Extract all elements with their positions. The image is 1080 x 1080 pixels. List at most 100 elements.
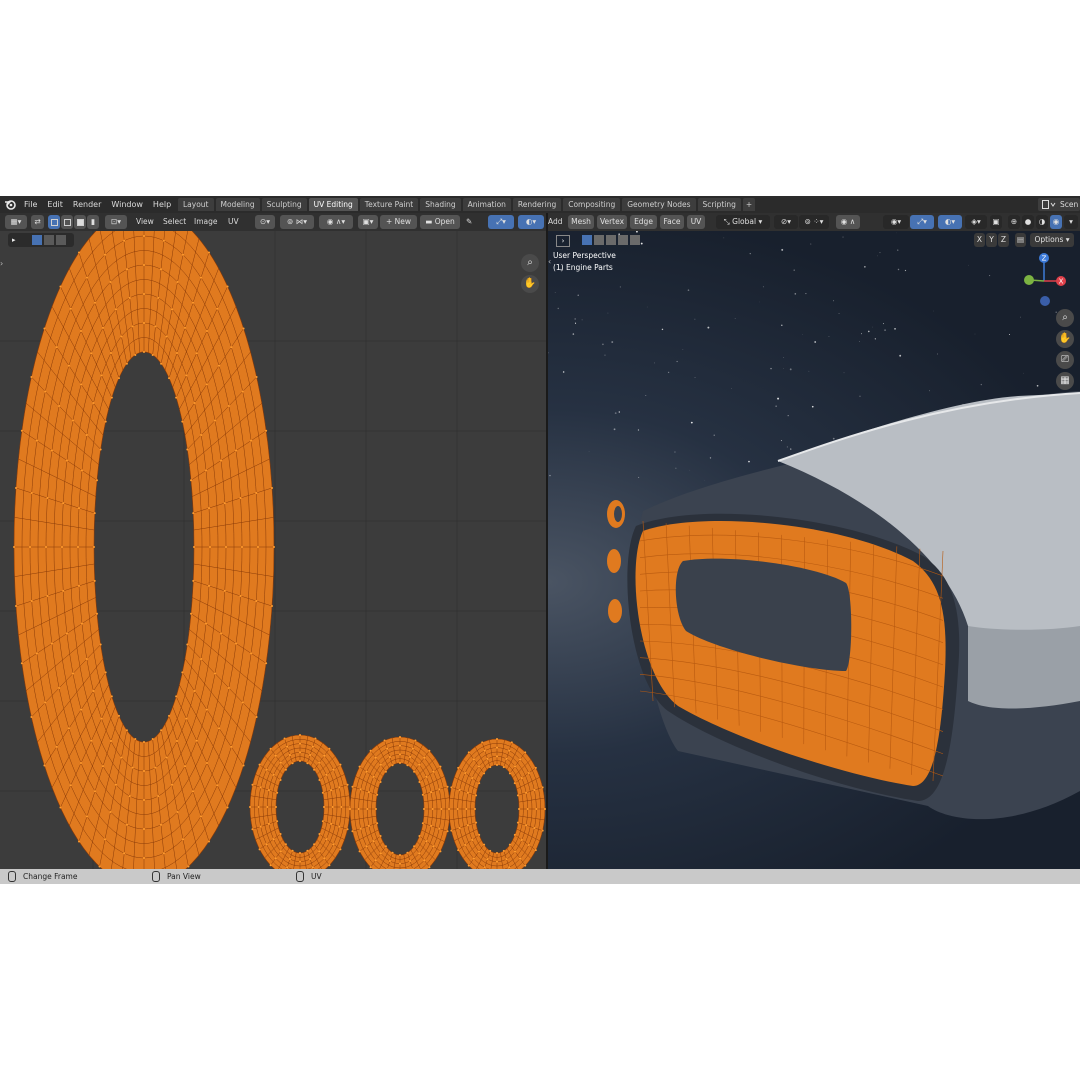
vertex-select-icon[interactable] (48, 215, 60, 229)
sync-selection-icon[interactable]: ⇄ (31, 215, 44, 229)
ortho-grid-icon[interactable]: ▦ (1056, 372, 1074, 390)
scene-icon (1042, 200, 1056, 209)
image-browse-icon[interactable]: ▣▾ (358, 215, 378, 229)
proportional-editing-icon[interactable]: ◉ ∧▾ (319, 215, 353, 229)
face-select-icon[interactable] (74, 215, 86, 229)
uv-pan-hand-icon[interactable]: ✋ (521, 275, 539, 293)
snap-icon[interactable]: ⊚ ⋈▾ (280, 215, 314, 229)
active-object-label: (1) Engine Parts (553, 263, 613, 272)
pivot-icon[interactable]: ⊘▾ (774, 215, 798, 229)
edge-select-icon[interactable] (61, 215, 73, 229)
uv-editor-canvas[interactable]: ▸ ⌕ ✋ › (0, 231, 546, 869)
pan-hand-icon[interactable]: ✋ (1056, 330, 1074, 348)
uv-island-small-2 (349, 736, 451, 869)
gizmo-toggle-icon[interactable]: ⤢▾ (910, 215, 934, 229)
options-dropdown[interactable]: Options ▾ (1030, 233, 1074, 247)
tab-modeling[interactable]: Modeling (215, 198, 260, 211)
tool-collapse-icon[interactable]: ▸ (12, 236, 16, 244)
uv-menu-uv[interactable]: UV (228, 215, 239, 229)
auto-merge-icon[interactable]: ▤ (1015, 233, 1026, 247)
gizmo-x-label: X (1059, 278, 1064, 286)
vp-menu-edge[interactable]: Edge (630, 215, 657, 229)
solid-shading-icon[interactable]: ● (1022, 215, 1034, 229)
mirror-z-toggle[interactable]: Z (998, 233, 1009, 247)
toolbar-expand-icon[interactable]: › (0, 259, 3, 268)
menu-window[interactable]: Window (106, 196, 148, 213)
material-shading-icon[interactable]: ◑ (1036, 215, 1048, 229)
shading-options-icon[interactable]: ▾ (1064, 215, 1078, 229)
vp-menu-add[interactable]: Add (548, 215, 563, 229)
3d-viewport[interactable]: › User Perspective (1) Engine Parts X Y … (548, 231, 1080, 869)
rendered-shading-icon[interactable]: ◉ (1050, 215, 1062, 229)
viewport-select-toolbar[interactable]: › (556, 233, 646, 247)
vp-select-invert-icon[interactable] (618, 235, 628, 245)
tab-compositing[interactable]: Compositing (563, 198, 621, 211)
status-change-frame: Change Frame (23, 872, 78, 881)
gizmo-neg-z-icon[interactable] (1040, 296, 1050, 306)
tab-scripting[interactable]: Scripting (697, 198, 741, 211)
snapping-icon[interactable]: ⊚ ⁘▾ (799, 215, 829, 229)
navigation-gizmo[interactable]: Z X (1018, 249, 1070, 309)
tab-texture-paint[interactable]: Texture Paint (359, 198, 419, 211)
zoom-view-icon[interactable]: ⌕ (1056, 309, 1074, 327)
transform-orientation-dropdown[interactable]: ⤡ Global ▾ (716, 215, 770, 229)
uv-menu-view[interactable]: View (136, 215, 154, 229)
mirror-x-toggle[interactable]: X (974, 233, 985, 247)
vp-select-intersect-icon[interactable] (630, 235, 640, 245)
scene-selector[interactable]: Scen (1038, 198, 1080, 211)
editor-type-icon[interactable]: ▦▾ (5, 215, 27, 229)
mouse-middle-icon (152, 871, 160, 882)
vp-select-box-icon[interactable] (582, 235, 592, 245)
tab-sculpting[interactable]: Sculpting (261, 198, 307, 211)
visibility-icon[interactable]: ◉▾ (883, 215, 909, 229)
select-box-icon[interactable] (32, 235, 42, 245)
tab-animation[interactable]: Animation (462, 198, 511, 211)
tool-expand-icon[interactable]: › (556, 235, 570, 247)
vp-menu-face[interactable]: Face (660, 215, 684, 229)
vp-menu-mesh[interactable]: Mesh (568, 215, 594, 229)
new-image-button[interactable]: + New (380, 215, 417, 229)
tab-uv-editing[interactable]: UV Editing (308, 198, 358, 211)
add-workspace-button[interactable]: + (742, 198, 756, 211)
uv-display-icon[interactable]: ◐▾ (518, 215, 544, 229)
menu-render[interactable]: Render (68, 196, 106, 213)
mirror-y-toggle[interactable]: Y (986, 233, 997, 247)
options-label: Options (1034, 235, 1064, 244)
uv-menu-select[interactable]: Select (163, 215, 186, 229)
vp-menu-mesh-label: Mesh (571, 217, 591, 226)
mesh-overlay-icon[interactable]: ◈▾ (965, 215, 987, 229)
vp-menu-vertex[interactable]: Vertex (597, 215, 627, 229)
island-select-icon[interactable]: ▮ (87, 215, 99, 229)
pivot-point-icon[interactable]: ⊙▾ (255, 215, 275, 229)
menu-help[interactable]: Help (148, 196, 176, 213)
open-image-button[interactable]: ▬ Open (420, 215, 460, 229)
sticky-selection-icon[interactable]: ⊡▾ (105, 215, 127, 229)
vp-select-extend-icon[interactable] (594, 235, 604, 245)
blender-window: File Edit Render Window Help Layout Mode… (0, 196, 1080, 884)
overlays-toggle-icon[interactable]: ◐▾ (938, 215, 962, 229)
menu-edit[interactable]: Edit (42, 196, 68, 213)
select-subtract-icon[interactable] (56, 235, 66, 245)
pin-icon[interactable]: ✎ (466, 215, 472, 229)
tab-layout[interactable]: Layout (178, 198, 214, 211)
vp-select-subtract-icon[interactable] (606, 235, 616, 245)
xray-toggle-icon[interactable]: ▣ (990, 215, 1002, 229)
proportional-icon[interactable]: ◉ ∧ (836, 215, 860, 229)
blender-logo-icon[interactable] (4, 198, 17, 211)
uv-menu-image[interactable]: Image (194, 215, 218, 229)
uv-select-mode-toolbar[interactable]: ▸ (8, 233, 74, 247)
tab-shading[interactable]: Shading (420, 198, 461, 211)
tab-rendering[interactable]: Rendering (512, 198, 562, 211)
vp-menu-vertex-label: Vertex (599, 217, 625, 226)
uv-zoom-icon[interactable]: ⌕ (521, 254, 539, 272)
vp-menu-face-label: Face (663, 217, 681, 226)
uv-overlay-icon[interactable]: ⤢▾ (488, 215, 514, 229)
vp-menu-uv[interactable]: UV (687, 215, 705, 229)
camera-view-icon[interactable]: ⎚ (1056, 351, 1074, 369)
tab-geometry-nodes[interactable]: Geometry Nodes (622, 198, 696, 211)
menu-file[interactable]: File (19, 196, 42, 213)
gizmo-y-icon[interactable] (1024, 275, 1034, 285)
select-extend-icon[interactable] (44, 235, 54, 245)
wireframe-shading-icon[interactable]: ⊕ (1008, 215, 1020, 229)
viewport-expand-icon[interactable]: ‹ (548, 257, 551, 266)
